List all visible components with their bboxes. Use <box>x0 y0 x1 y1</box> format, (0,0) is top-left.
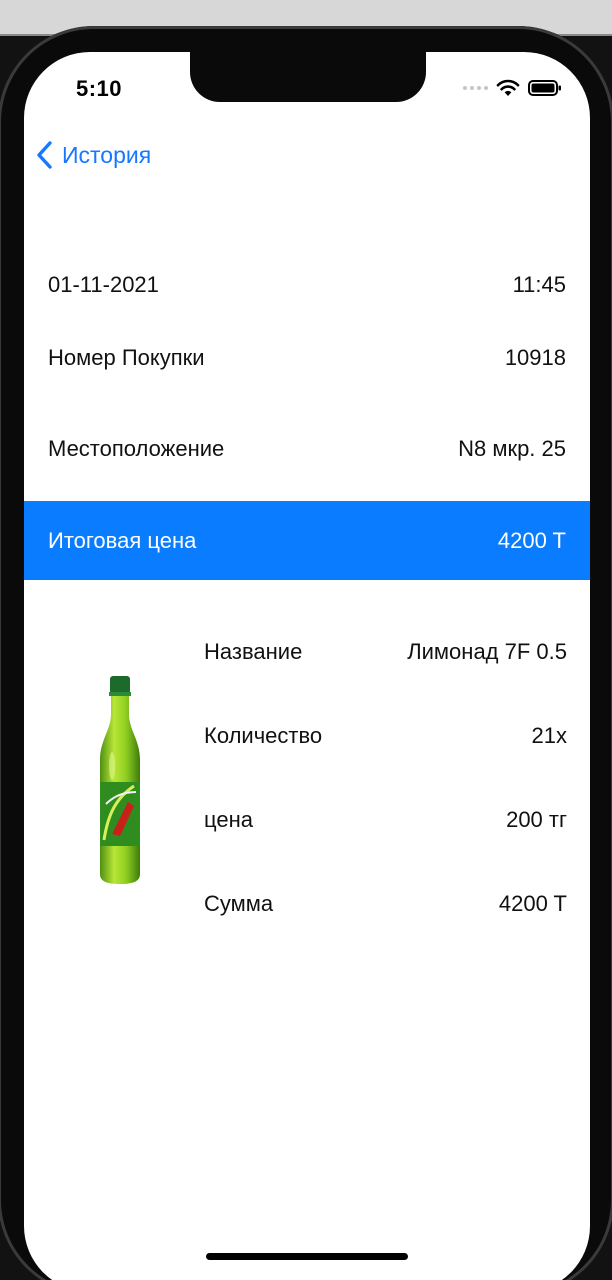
product-price-row: цена 200 тг <box>204 802 567 838</box>
total-price-row: Итоговая цена 4200 T <box>48 501 566 580</box>
product-name-value: Лимонад 7F 0.5 <box>407 639 567 664</box>
product-sum-row: Сумма 4200 T <box>204 886 567 922</box>
purchase-datetime-row: 01-11-2021 11:45 <box>48 267 566 303</box>
camera-notch <box>190 52 426 102</box>
purchase-number-row: Номер Покупки 10918 <box>48 340 566 376</box>
total-price-value: 4200 T <box>497 527 566 553</box>
product-name-row: Название Лимонад 7F 0.5 <box>204 634 567 670</box>
purchase-number-value: 10918 <box>504 345 566 370</box>
product-quantity-row: Количество 21x <box>204 718 567 754</box>
phone-screen: 5:10 История 01-11-2021 11:45 Номер Поку… <box>24 52 590 1280</box>
purchase-location-label: Местоположение <box>48 436 225 461</box>
product-quantity-label: Количество <box>204 723 323 748</box>
purchase-number-label: Номер Покупки <box>48 345 205 370</box>
cellular-signal-icon <box>463 86 488 90</box>
status-icons <box>463 78 562 98</box>
chevron-left-icon <box>37 141 52 169</box>
battery-icon <box>528 80 561 96</box>
purchase-date: 01-11-2021 <box>48 272 159 297</box>
product-name-label: Название <box>204 639 303 664</box>
purchase-location-value: N8 мкр. 25 <box>458 436 566 461</box>
product-price-value: 200 тг <box>506 807 567 832</box>
product-sum-label: Сумма <box>204 891 274 916</box>
product-price-label: цена <box>204 807 253 832</box>
wifi-icon <box>496 79 520 96</box>
product-sum-value: 4200 T <box>498 891 567 916</box>
status-time: 5:10 <box>76 76 123 101</box>
purchase-location-row: Местоположение N8 мкр. 25 <box>48 431 566 467</box>
purchase-time: 11:45 <box>512 272 566 297</box>
product-quantity-value: 21x <box>531 723 567 748</box>
home-indicator[interactable] <box>206 1253 408 1260</box>
soda-bottle-image <box>100 676 140 884</box>
back-button-label: История <box>62 141 152 168</box>
total-price-label: Итоговая цена <box>48 527 197 553</box>
back-button[interactable]: История <box>36 138 151 172</box>
